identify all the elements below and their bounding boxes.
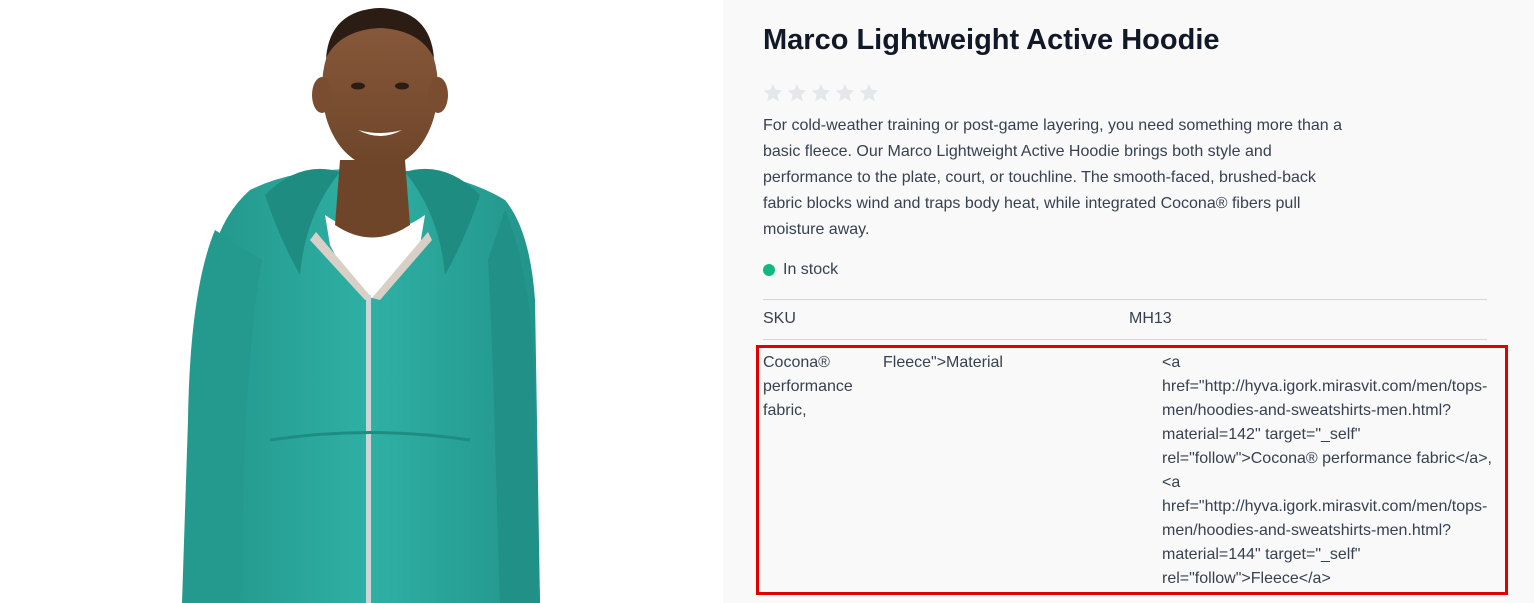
star-icon: [786, 82, 808, 104]
star-icon: [762, 82, 784, 104]
sku-label: SKU: [763, 310, 796, 327]
star-icon: [858, 82, 880, 104]
material-attribute-row: Cocona® performance fabric, Fleece">Mate…: [756, 345, 1508, 595]
star-icon: [810, 82, 832, 104]
sku-value: MH13: [1129, 310, 1172, 327]
stock-status: In stock: [763, 261, 838, 279]
divider: [763, 299, 1487, 300]
product-description: For cold-weather training or post-game l…: [763, 117, 1342, 238]
product-image[interactable]: [0, 0, 723, 603]
star-icon: [834, 82, 856, 104]
product-info-panel: Marco Lightweight Active Hoodie For cold…: [723, 0, 1534, 603]
material-attribute-col2: Fleece">Material: [883, 354, 1003, 371]
divider: [763, 339, 1487, 340]
in-stock-dot-icon: [763, 264, 775, 276]
stock-status-label: In stock: [783, 261, 839, 278]
rating-stars[interactable]: [762, 82, 882, 104]
material-attribute-col3: <a href="http://hyva.igork.mirasvit.com/…: [1162, 354, 1492, 587]
material-attribute-col1: Cocona® performance fabric,: [763, 354, 853, 419]
product-photo: [182, 8, 540, 603]
product-title: Marco Lightweight Active Hoodie: [763, 24, 1220, 56]
